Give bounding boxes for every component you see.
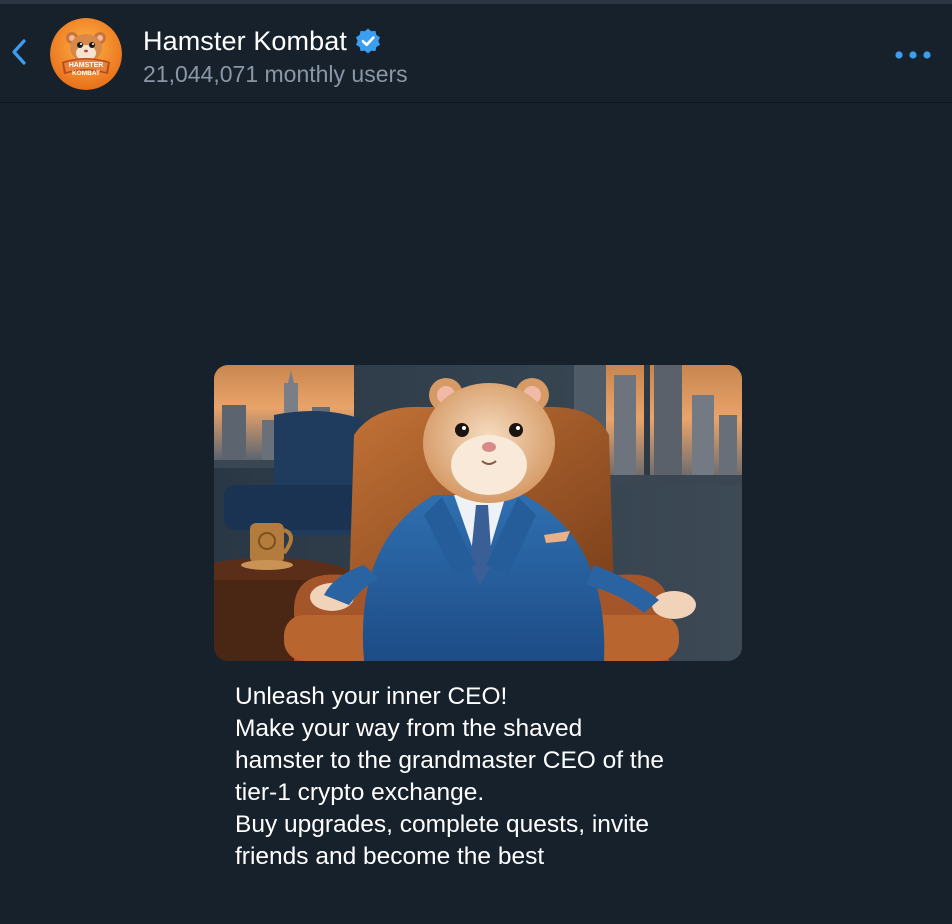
chevron-left-icon	[12, 39, 26, 65]
back-button[interactable]	[6, 34, 32, 70]
chat-header: HAMSTER KOMBAT Hamster Kombat 21,044,071…	[0, 4, 952, 103]
avatar-logo-text-1: HAMSTER	[69, 62, 104, 69]
title-row[interactable]: Hamster Kombat	[143, 23, 382, 59]
bot-description-text: Unleash your inner CEO! Make your way fr…	[235, 683, 664, 870]
hamster-logo-icon: HAMSTER KOMBAT	[50, 18, 122, 90]
more-dots-icon	[895, 51, 931, 59]
verified-badge-icon	[354, 27, 382, 55]
hamster-ceo-photo[interactable]	[214, 365, 742, 661]
avatar-logo-text-2: KOMBAT	[72, 70, 100, 77]
bot-description-message: Unleash your inner CEO! Make your way fr…	[214, 365, 742, 873]
more-options-button[interactable]	[890, 40, 936, 70]
chat-subtitle: 21,044,071 monthly users	[143, 61, 408, 87]
chat-title: Hamster Kombat	[143, 25, 347, 56]
bot-avatar[interactable]: HAMSTER KOMBAT	[50, 18, 122, 90]
